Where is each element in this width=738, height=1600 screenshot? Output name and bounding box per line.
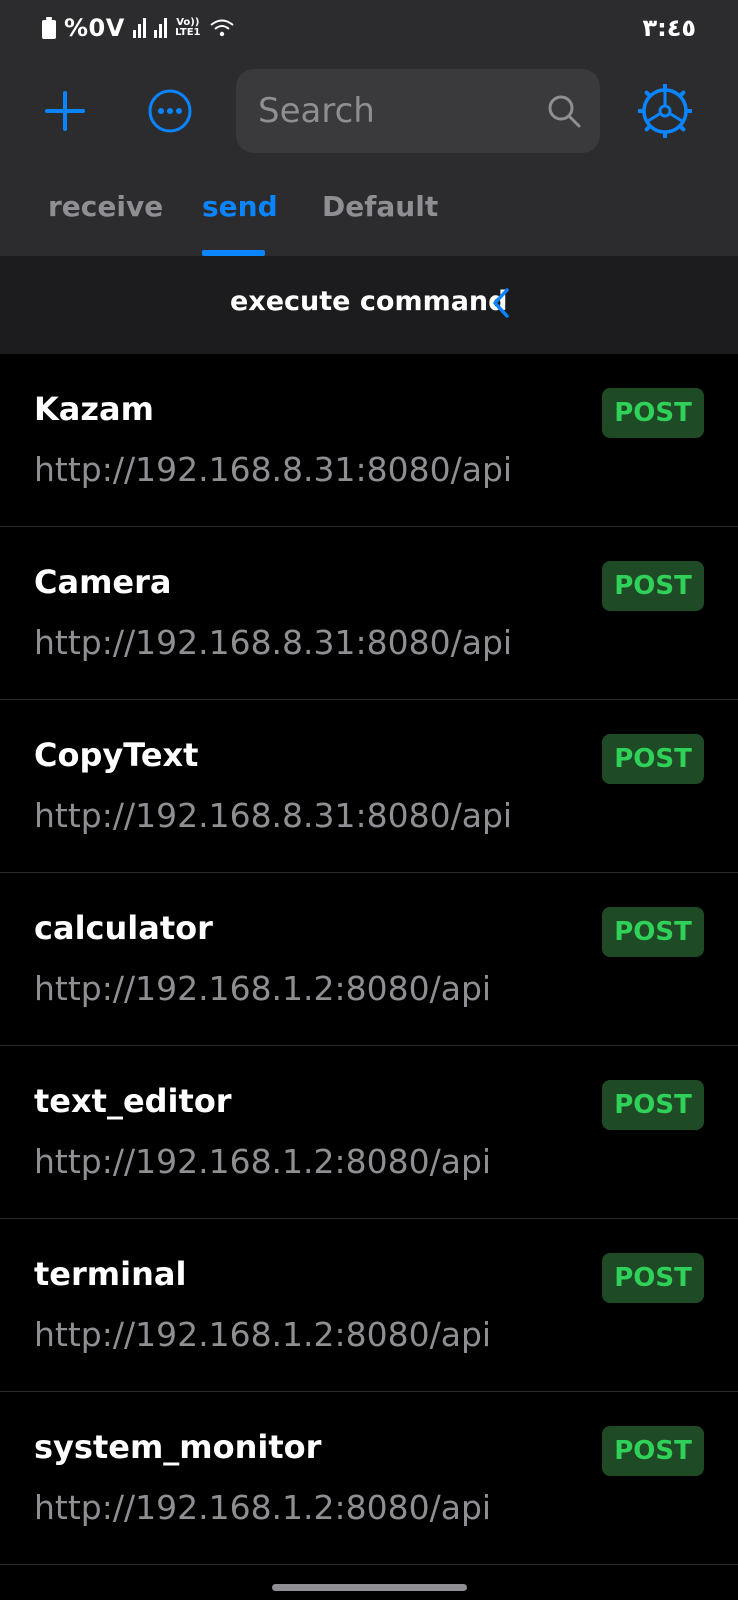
battery-text: %0V xyxy=(64,14,125,42)
request-row[interactable]: Kazam http://192.168.8.31:8080/api POST xyxy=(0,354,738,527)
settings-icon xyxy=(638,84,692,138)
header: %0V Vo)) LTE1 ٣:٤٥ Search receive send D… xyxy=(0,0,738,256)
wifi-icon xyxy=(210,19,234,37)
request-row[interactable]: Camera http://192.168.8.31:8080/api POST xyxy=(0,527,738,700)
request-url: http://192.168.1.2:8080/api xyxy=(34,1488,492,1527)
tab-send[interactable]: send xyxy=(202,190,278,223)
home-indicator[interactable] xyxy=(272,1584,467,1591)
request-url: http://192.168.8.31:8080/api xyxy=(34,796,513,835)
request-name: Camera xyxy=(34,563,172,601)
signal-icon xyxy=(153,18,167,38)
folder-header[interactable]: execute command xyxy=(0,256,738,354)
request-url: http://192.168.1.2:8080/api xyxy=(34,1142,492,1181)
request-url: http://192.168.1.2:8080/api xyxy=(34,1315,492,1354)
request-name: CopyText xyxy=(34,736,199,774)
request-url: http://192.168.8.31:8080/api xyxy=(34,450,513,489)
add-button[interactable] xyxy=(40,86,90,136)
request-row[interactable]: terminal http://192.168.1.2:8080/api POS… xyxy=(0,1219,738,1392)
tab-receive[interactable]: receive xyxy=(48,190,163,223)
more-icon xyxy=(148,89,192,133)
chevron-left-icon[interactable] xyxy=(490,286,512,320)
request-name: text_editor xyxy=(34,1082,232,1120)
method-badge: POST xyxy=(602,561,704,611)
signal-icon xyxy=(132,18,146,38)
request-name: terminal xyxy=(34,1255,187,1293)
request-name: calculator xyxy=(34,909,213,947)
battery-icon xyxy=(42,17,56,39)
status-time: ٣:٤٥ xyxy=(642,14,696,42)
plus-icon xyxy=(45,91,85,131)
folder-title: execute command xyxy=(230,286,508,317)
network-label: Vo)) LTE1 xyxy=(175,17,201,38)
tab-bar: receive send Default xyxy=(0,180,738,256)
request-url: http://192.168.8.31:8080/api xyxy=(34,623,513,662)
method-badge: POST xyxy=(602,907,704,957)
request-name: Kazam xyxy=(34,390,154,428)
request-list: Kazam http://192.168.8.31:8080/api POST … xyxy=(0,354,738,1565)
request-row[interactable]: text_editor http://192.168.1.2:8080/api … xyxy=(0,1046,738,1219)
toolbar: Search xyxy=(0,68,738,154)
method-badge: POST xyxy=(602,734,704,784)
more-button[interactable] xyxy=(146,87,194,135)
search-input[interactable]: Search xyxy=(258,91,375,131)
request-row[interactable]: system_monitor http://192.168.1.2:8080/a… xyxy=(0,1392,738,1565)
search-icon xyxy=(548,95,581,128)
method-badge: POST xyxy=(602,1080,704,1130)
search-field[interactable]: Search xyxy=(236,69,600,153)
method-badge: POST xyxy=(602,1426,704,1476)
status-left: %0V Vo)) LTE1 xyxy=(42,14,235,42)
method-badge: POST xyxy=(602,388,704,438)
settings-button[interactable] xyxy=(638,84,692,138)
request-row[interactable]: calculator http://192.168.1.2:8080/api P… xyxy=(0,873,738,1046)
status-bar: %0V Vo)) LTE1 ٣:٤٥ xyxy=(0,0,738,56)
tab-default[interactable]: Default xyxy=(322,190,438,223)
request-url: http://192.168.1.2:8080/api xyxy=(34,969,492,1008)
method-badge: POST xyxy=(602,1253,704,1303)
request-name: system_monitor xyxy=(34,1428,322,1466)
request-row[interactable]: CopyText http://192.168.8.31:8080/api PO… xyxy=(0,700,738,873)
